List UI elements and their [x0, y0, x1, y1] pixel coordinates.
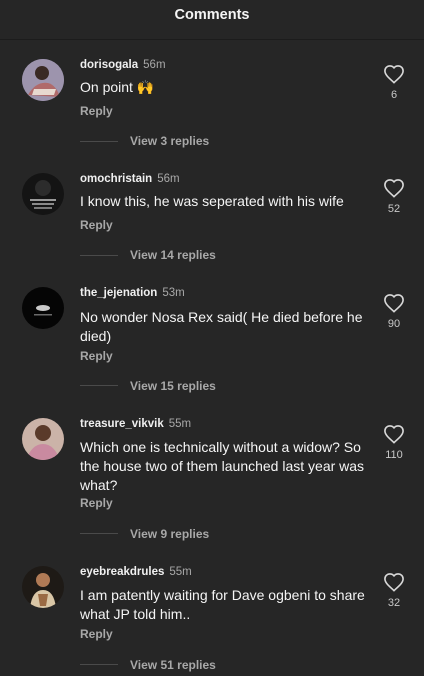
comment-text: Which one is technically without a widow…: [80, 439, 365, 493]
heart-outline-icon[interactable]: [383, 293, 405, 313]
reply-button[interactable]: Reply: [80, 218, 113, 232]
replies-line: [80, 664, 118, 665]
like-count: 90: [387, 318, 401, 330]
heart-outline-icon[interactable]: [383, 572, 405, 592]
replies-line: [80, 385, 118, 386]
page-title: Comments: [174, 7, 250, 23]
comment-username[interactable]: treasure_vikvik 55m: [80, 418, 191, 430]
avatar[interactable]: [22, 566, 64, 608]
comment-time: 55m: [168, 418, 192, 430]
reply-button[interactable]: Reply: [80, 496, 113, 510]
replies-line: [80, 255, 118, 256]
replies-line: [80, 141, 118, 142]
view-replies-button[interactable]: View 3 replies: [130, 134, 209, 148]
reply-button[interactable]: Reply: [80, 104, 113, 118]
comment-text: I am patently waiting for Dave ogbeni to…: [80, 587, 365, 622]
header-divider: [0, 39, 424, 40]
replies-line: [80, 533, 118, 534]
like-count: 110: [385, 449, 403, 461]
reply-button[interactable]: Reply: [80, 349, 113, 363]
comment-text: On point 🙌: [80, 79, 155, 95]
comment-username[interactable]: omochristain 56m: [80, 173, 180, 185]
heart-outline-icon[interactable]: [383, 64, 405, 84]
like-count: 6: [390, 89, 398, 101]
comment-text: I know this, he was seperated with his w…: [80, 193, 344, 209]
comment-time: 56m: [157, 173, 180, 185]
avatar[interactable]: [22, 173, 64, 215]
username-text[interactable]: treasure_vikvik: [80, 418, 164, 430]
reply-button[interactable]: Reply: [80, 627, 113, 641]
like-count: 52: [387, 203, 401, 215]
comment-username[interactable]: eyebreakdrules 55m: [80, 566, 192, 578]
view-replies-button[interactable]: View 14 replies: [130, 248, 216, 262]
heart-outline-icon[interactable]: [383, 424, 405, 444]
view-replies-button[interactable]: View 51 replies: [130, 658, 216, 672]
comment-username[interactable]: the_jejenation 53m: [80, 287, 185, 299]
avatar[interactable]: [22, 59, 64, 101]
heart-outline-icon[interactable]: [383, 178, 405, 198]
comment-time: 56m: [143, 59, 166, 71]
avatar[interactable]: [22, 418, 64, 460]
comment-text: No wonder Nosa Rex said( He died before …: [80, 309, 363, 344]
avatar[interactable]: [22, 287, 64, 329]
username-text[interactable]: omochristain: [80, 173, 152, 185]
view-replies-button[interactable]: View 15 replies: [130, 379, 216, 393]
comment-time: 53m: [162, 287, 185, 299]
like-count: 32: [387, 597, 401, 609]
username-text[interactable]: the_jejenation: [80, 287, 157, 299]
comment-time: 55m: [169, 566, 192, 578]
comment-username[interactable]: dorisogala 56m: [80, 59, 166, 71]
username-text[interactable]: dorisogala: [80, 59, 138, 71]
view-replies-button[interactable]: View 9 replies: [130, 527, 209, 541]
username-text[interactable]: eyebreakdrules: [80, 566, 164, 578]
comments-header: Comments: [0, 0, 424, 32]
